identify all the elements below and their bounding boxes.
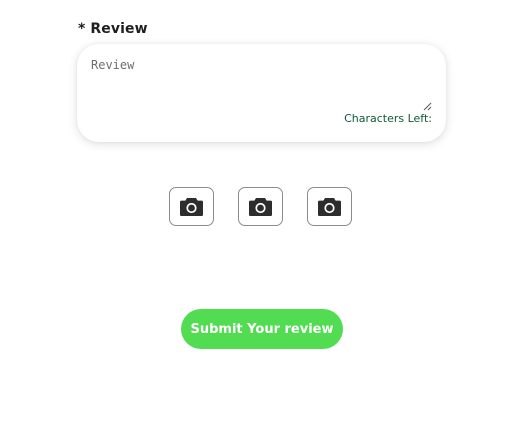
camera-icon bbox=[180, 198, 203, 216]
photo-upload-button-2[interactable] bbox=[238, 187, 283, 226]
camera-icon bbox=[318, 198, 341, 216]
photo-upload-button-1[interactable] bbox=[169, 187, 214, 226]
review-textarea[interactable] bbox=[89, 54, 433, 116]
resize-handle-icon[interactable] bbox=[422, 101, 432, 111]
characters-left-counter: Characters Left: bbox=[344, 112, 432, 125]
camera-icon bbox=[249, 198, 272, 216]
photo-upload-button-3[interactable] bbox=[307, 187, 352, 226]
review-card: Characters Left: bbox=[77, 44, 446, 142]
submit-review-button[interactable]: Submit Your review bbox=[181, 309, 343, 349]
review-form: * Review Characters Left: Submit Your re… bbox=[0, 0, 519, 434]
review-label: * Review bbox=[78, 21, 148, 37]
